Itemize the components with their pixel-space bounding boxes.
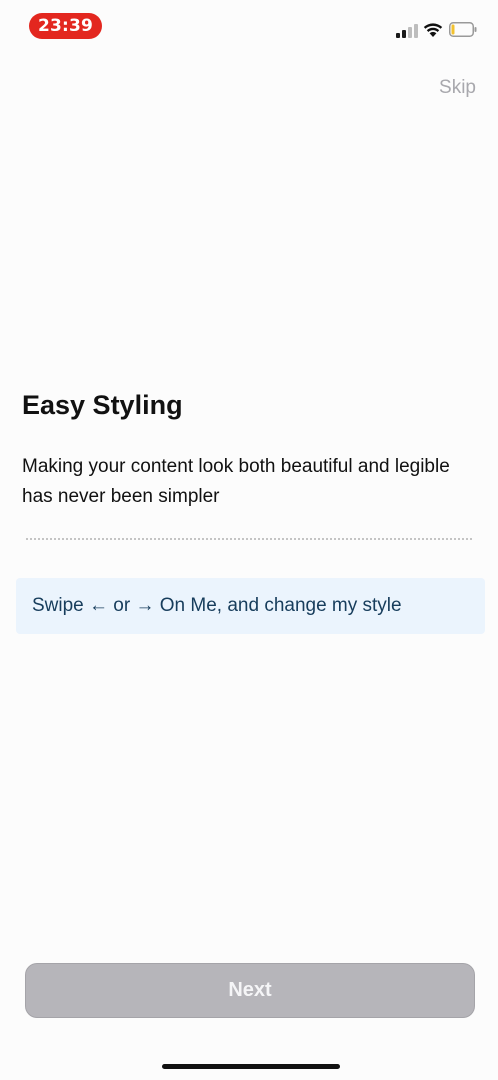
page-description: Making your content look both beautiful … bbox=[22, 456, 450, 507]
next-button[interactable]: Next bbox=[25, 963, 475, 1018]
status-time: 23:39 bbox=[29, 13, 102, 39]
wifi-icon bbox=[423, 23, 443, 37]
battery-icon bbox=[449, 22, 477, 37]
swipe-style-card[interactable]: Swipe ← or → On Me, and change my style bbox=[16, 578, 485, 634]
page-title: Easy Styling bbox=[22, 390, 183, 420]
signal-icon bbox=[396, 24, 418, 38]
swipe-hint-text: Swipe ← or → On Me, and change my style bbox=[32, 595, 402, 616]
onboarding-screen: 23:39 Skip Easy Styling Making your cont… bbox=[0, 0, 498, 1080]
status-bar: 23:39 bbox=[0, 0, 498, 50]
home-indicator[interactable] bbox=[162, 1064, 340, 1069]
skip-button[interactable]: Skip bbox=[439, 77, 476, 99]
dotted-divider bbox=[26, 538, 472, 540]
